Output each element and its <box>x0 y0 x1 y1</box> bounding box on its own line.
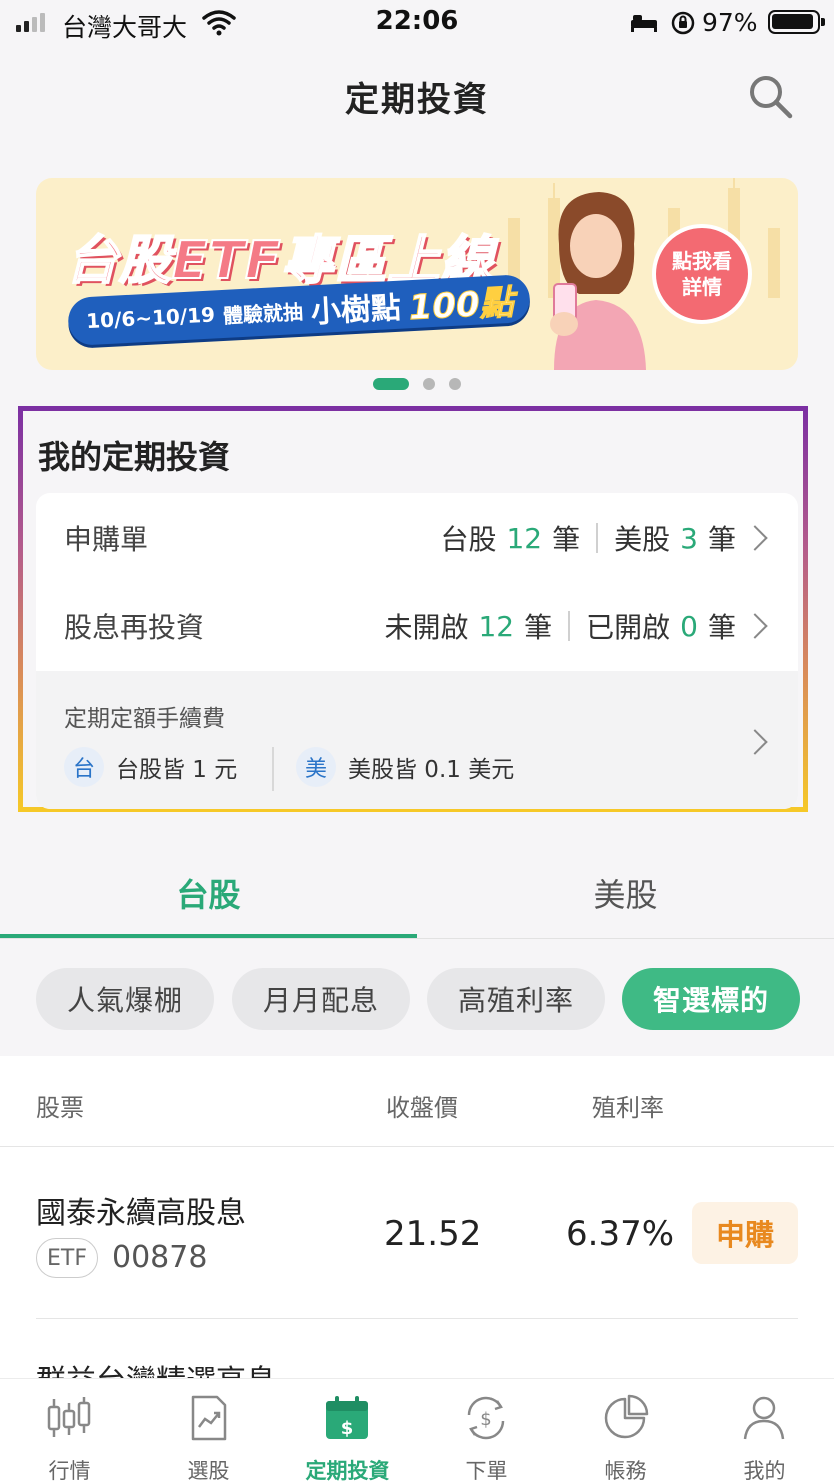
filter-chip-popular[interactable]: 人氣爆棚 <box>36 968 214 1030</box>
svg-text:$: $ <box>341 1418 354 1439</box>
nav-label: 定期投資 <box>305 1459 390 1483</box>
divider <box>36 1318 798 1319</box>
sleep-mode-icon <box>631 15 657 32</box>
filter-chip-smart-pick[interactable]: 智選標的 <box>622 968 800 1030</box>
purchase-orders-row[interactable]: 申購單 台股 12 筆 美股 3 筆 <box>36 493 798 583</box>
fee-tw-text: 台股皆 1 元 <box>116 757 238 783</box>
page-dot[interactable] <box>423 378 435 390</box>
dividend-reinvest-row[interactable]: 股息再投資 未開啟 12 筆 已開啟 0 筆 <box>36 581 798 671</box>
us-count: 3 <box>680 521 698 555</box>
banner-pagination <box>0 378 834 390</box>
divider <box>0 938 834 939</box>
purchase-orders-label: 申購單 <box>64 523 149 556</box>
stock-yield: 6.37% <box>566 1214 675 1254</box>
on-count: 0 <box>680 609 698 643</box>
dividend-reinvest-summary: 未開啟 12 筆 已開啟 0 筆 <box>384 606 736 646</box>
unit-label: 筆 <box>707 611 736 644</box>
fee-title: 定期定額手續費 <box>64 706 225 732</box>
nav-item-market[interactable]: 行情 <box>0 1379 139 1484</box>
etf-tag: ETF <box>36 1238 98 1278</box>
fee-tw: 台 台股皆 1 元 <box>64 747 237 787</box>
chevron-right-icon <box>742 729 768 755</box>
rotation-lock-icon <box>671 11 695 35</box>
stock-price: 21.52 <box>384 1214 482 1254</box>
tab-tw-stock[interactable]: 台股 <box>0 870 417 916</box>
off-label: 未開啟 <box>384 611 469 644</box>
tw-badge-icon: 台 <box>64 747 104 787</box>
fee-us: 美 美股皆 0.1 美元 <box>296 747 514 787</box>
tab-us-stock[interactable]: 美股 <box>417 870 834 916</box>
filter-chip-high-yield[interactable]: 高殖利率 <box>427 968 605 1030</box>
search-button[interactable] <box>746 72 796 122</box>
chart-select-icon <box>191 1395 227 1441</box>
tw-count: 12 <box>506 521 543 555</box>
divider <box>0 1146 834 1147</box>
stock-name: 國泰永續高股息 <box>36 1196 246 1231</box>
column-header-stock: 股票 <box>36 1094 84 1122</box>
purchase-orders-summary: 台股 12 筆 美股 3 筆 <box>440 518 736 558</box>
banner-pill-big: 小樹點 <box>310 290 402 331</box>
stock-code: 00878 <box>112 1240 208 1275</box>
svg-text:$: $ <box>480 1409 491 1430</box>
subscribe-button[interactable]: 申購 <box>692 1202 798 1264</box>
dividend-reinvest-label: 股息再投資 <box>64 611 205 644</box>
page-dot-active[interactable] <box>373 378 409 390</box>
battery-percent: 97% <box>702 8 758 37</box>
promo-banner[interactable]: 台股ETF專區上線 10/6~10/19 體驗就抽 小樹點 100點 點我看 詳… <box>36 178 798 370</box>
banner-pill-text: 體驗就抽 <box>222 299 304 328</box>
column-header-price: 收盤價 <box>386 1094 458 1122</box>
banner-dates: 10/6~10/19 <box>85 302 216 334</box>
on-label: 已開啟 <box>586 611 671 644</box>
unit-label: 筆 <box>707 523 736 556</box>
fee-info-row[interactable]: 定期定額手續費 台 台股皆 1 元 美 美股皆 0.1 美元 <box>36 671 798 809</box>
unit-label: 筆 <box>552 523 581 556</box>
banner-details-button[interactable]: 點我看 詳情 <box>652 224 752 324</box>
nav-label: 選股 <box>187 1459 230 1483</box>
dollar-exchange-icon: $ <box>467 1396 505 1440</box>
nav-item-regular-invest[interactable]: $ 定期投資 <box>278 1379 417 1484</box>
filter-chip-monthly-dividend[interactable]: 月月配息 <box>232 968 410 1030</box>
battery-icon <box>768 10 825 34</box>
bottom-nav: 行情 選股 $ 定期投資 $ 下單 帳務 我的 <box>0 1378 834 1484</box>
divider <box>568 611 571 641</box>
calendar-dollar-icon: $ <box>326 1396 368 1439</box>
page-dot[interactable] <box>449 378 461 390</box>
nav-item-account[interactable]: 帳務 <box>556 1379 695 1484</box>
us-label: 美股 <box>614 523 671 556</box>
nav-item-order[interactable]: $ 下單 <box>417 1379 556 1484</box>
candlestick-icon <box>47 1397 91 1437</box>
search-icon <box>750 76 793 119</box>
off-count: 12 <box>478 609 515 643</box>
chevron-right-icon <box>742 613 768 639</box>
divider <box>272 747 274 791</box>
nav-label: 下單 <box>465 1459 508 1483</box>
unit-label: 筆 <box>524 611 553 644</box>
person-icon <box>743 1396 785 1440</box>
status-bar: 台灣大哥大 22:06 97% <box>0 0 834 48</box>
market-tabs: 台股 美股 <box>0 840 834 940</box>
column-header-yield: 殖利率 <box>592 1094 664 1122</box>
page-title: 定期投資 <box>345 80 489 120</box>
divider <box>596 523 599 553</box>
section-title-my-investment: 我的定期投資 <box>38 438 231 476</box>
pie-chart-icon <box>604 1394 649 1439</box>
nav-item-stock-pick[interactable]: 選股 <box>139 1379 278 1484</box>
nav-label: 我的 <box>743 1459 786 1483</box>
stock-table: 股票 收盤價 殖利率 國泰永續高股息 ETF 00878 21.52 6.37%… <box>0 1056 834 1399</box>
nav-item-profile[interactable]: 我的 <box>695 1379 834 1484</box>
us-badge-icon: 美 <box>296 747 336 787</box>
chevron-right-icon <box>742 525 768 551</box>
banner-cta-line1: 點我看 <box>672 249 732 273</box>
nav-label: 行情 <box>48 1459 91 1483</box>
banner-pill-num: 100點 <box>407 282 515 328</box>
banner-cta-line2: 詳情 <box>682 275 722 299</box>
tw-label: 台股 <box>440 523 497 556</box>
nav-label: 帳務 <box>604 1459 647 1483</box>
my-investment-card: 申購單 台股 12 筆 美股 3 筆 股息再投資 未開啟 12 筆 已開啟 0 … <box>36 493 798 809</box>
fee-us-text: 美股皆 0.1 美元 <box>348 757 515 783</box>
